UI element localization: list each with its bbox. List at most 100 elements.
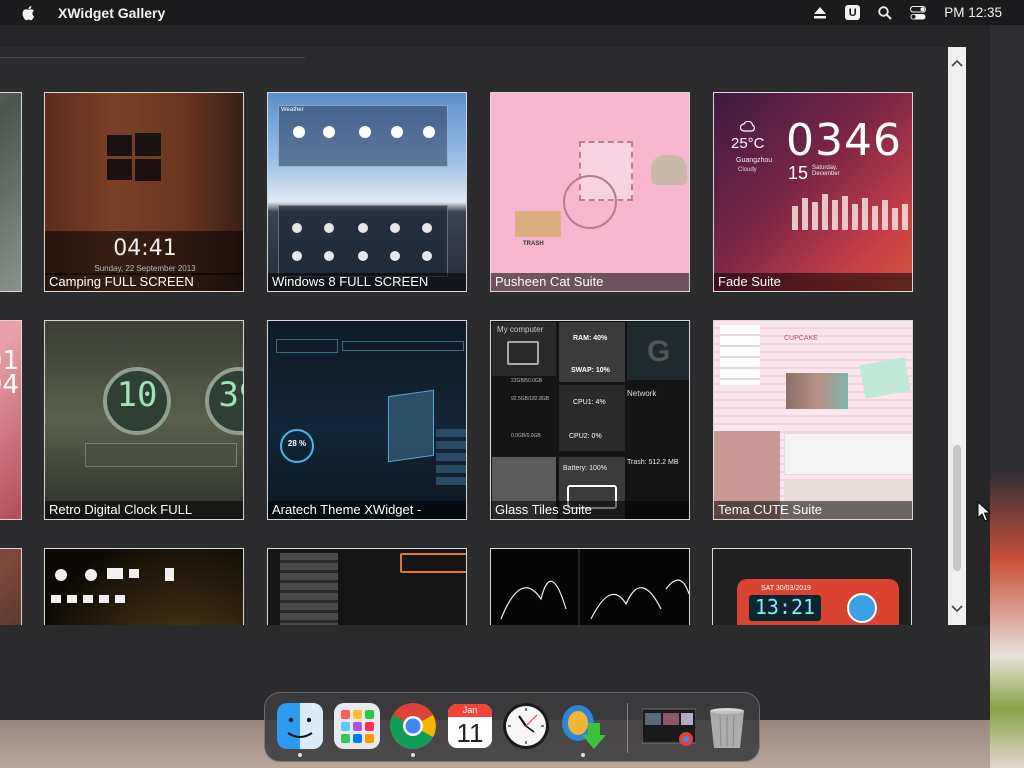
xwidget-gallery-window: 0104 04:41 Sunday, 22 September 2013 Cam… <box>0 25 990 720</box>
window-preview-icon <box>641 708 697 746</box>
xwidget-icon <box>562 705 606 749</box>
dock-separator <box>627 703 628 753</box>
trash-icon <box>710 708 744 748</box>
network-label: Network <box>627 389 657 398</box>
gallery-tile-partial[interactable] <box>0 548 22 625</box>
desktop-wallpaper-peek <box>990 25 1024 768</box>
tile-date: Sunday, 22 September 2013 <box>94 264 196 273</box>
weather-widget-bottom <box>278 205 448 277</box>
postmark-graphic <box>563 175 617 229</box>
my-computer-label: My computer <box>497 325 544 334</box>
menubar-clock[interactable]: PM 12:35 <box>944 5 1002 20</box>
calendar-day: 11 <box>456 718 484 748</box>
day-label: Saturday, December <box>812 165 840 177</box>
launchpad-icon <box>334 703 380 749</box>
cute-label: CUPCAKE <box>784 335 818 342</box>
gallery-tile-retro-clock[interactable]: 10 39 Retro Digital Clock FULL <box>44 320 244 520</box>
u-menu-icon[interactable]: U <box>845 5 861 20</box>
dock-clock[interactable] <box>501 701 551 751</box>
calendar-month: Jan <box>462 705 478 715</box>
dock-calendar[interactable]: Jan 11 <box>445 701 495 751</box>
machine-panel <box>85 443 237 467</box>
gallery-tile-partial[interactable] <box>0 92 22 292</box>
disk2-label: 92.5GB/182.8GB <box>511 396 550 402</box>
scroll-up-chevron-icon[interactable] <box>950 57 964 71</box>
gallery-tile-fade-suite[interactable]: 25°C Guangzhou Cloudy 0346 15 Saturday, … <box>713 92 913 292</box>
gallery-tile-row3-4[interactable]: SAT 30/03/2019 13:21 <box>712 548 912 625</box>
cpu-panel <box>559 385 625 451</box>
box-graphic <box>515 211 561 237</box>
menu-bar: XWidget Gallery U PM 12:35 <box>0 0 1024 25</box>
battery-label: Battery: 100% <box>563 465 607 472</box>
water-splash <box>500 549 689 625</box>
running-indicator <box>298 753 302 757</box>
tile-caption: Glass Tiles Suite <box>491 501 689 519</box>
tile-caption: Camping FULL SCREEN <box>45 273 243 291</box>
cat-graphic <box>651 155 687 185</box>
dock: Jan 11 <box>264 692 760 762</box>
clock-minutes: 39 <box>218 375 243 415</box>
glass-panel <box>388 389 434 463</box>
eject-icon[interactable] <box>813 6 827 19</box>
gallery-tile-row3-2[interactable] <box>267 548 467 625</box>
sticky-note <box>859 357 911 399</box>
disk3-label: 0.0GB/0.0GB <box>511 433 541 439</box>
control-center-icon[interactable] <box>910 5 927 20</box>
vertical-scrollbar[interactable] <box>948 47 966 625</box>
scroll-thumb[interactable] <box>953 445 961 571</box>
disk1-label: 22GB/50.0GB <box>511 378 543 384</box>
top-bar <box>276 339 338 353</box>
notes-list <box>720 325 760 385</box>
scroll-down-chevron-icon[interactable] <box>950 601 964 615</box>
gallery-tile-aratech[interactable]: 28 % Aratech Theme XWidget - <box>267 320 467 520</box>
search-icon[interactable] <box>878 5 892 20</box>
dock-window-preview[interactable] <box>641 701 697 751</box>
clock-hours: 10 <box>116 375 158 415</box>
widget-date: SAT 30/03/2019 <box>761 585 811 592</box>
gallery-tile-camping[interactable]: 04:41 Sunday, 22 September 2013 Camping … <box>44 92 244 292</box>
weather-widget-top: Weather <box>278 105 448 167</box>
swap-label: SWAP: 10% <box>571 367 610 374</box>
gallery-tile-glass-tiles[interactable]: My computer RAM: 40% SWAP: 10% G 22GB/50… <box>490 320 690 520</box>
app-name-menu[interactable]: XWidget Gallery <box>58 5 165 21</box>
photo-strip <box>786 373 848 409</box>
tile-caption: Tema CUTE Suite <box>714 501 912 519</box>
hud-percent: 28 % <box>287 439 307 448</box>
chrome-icon <box>390 703 436 749</box>
running-indicator <box>581 753 585 757</box>
city: Guangzhou <box>736 157 773 164</box>
gallery-grid: 0104 04:41 Sunday, 22 September 2013 Cam… <box>0 47 966 625</box>
big-clock: 0346 <box>786 115 902 166</box>
tile-caption: Aratech Theme XWidget - <box>268 501 466 519</box>
tile-clock: 04:41 <box>113 236 177 261</box>
window-panel-2 <box>784 433 912 475</box>
gallery-tile-row3-1[interactable] <box>44 548 244 625</box>
day-number: 15 <box>788 163 809 183</box>
gallery-tile-windows8[interactable]: Weather Windows 8 FULL SCREEN <box>267 92 467 292</box>
gallery-tile-partial[interactable]: 0104 <box>0 320 22 520</box>
weather-bubble <box>847 593 877 623</box>
clock-icon <box>503 703 549 749</box>
gallery-tile-row3-3[interactable] <box>490 548 690 625</box>
g-logo: G <box>647 335 671 368</box>
mouse-pointer-icon <box>977 501 991 522</box>
condition: Cloudy <box>738 167 757 173</box>
trash-label: TRASH <box>523 241 544 247</box>
tile-caption: Retro Digital Clock FULL <box>45 501 243 519</box>
dock-trash[interactable] <box>702 701 752 751</box>
widget-time: 13:21 <box>754 595 816 619</box>
dock-finder[interactable] <box>275 701 325 757</box>
dock-chrome[interactable] <box>388 701 438 757</box>
neon-frame <box>400 553 466 573</box>
dock-xwidget[interactable] <box>558 701 608 757</box>
dock-launchpad[interactable] <box>332 701 382 751</box>
apple-icon[interactable] <box>22 5 38 21</box>
equalizer-bars <box>792 194 908 230</box>
gallery-tile-pusheen[interactable]: TRASH Pusheen Cat Suite <box>490 92 690 292</box>
gallery-tile-tema-cute[interactable]: CUPCAKE Tema CUTE Suite <box>713 320 913 520</box>
tile-caption: Windows 8 FULL SCREEN <box>268 273 466 291</box>
tile-caption: Fade Suite <box>714 273 912 291</box>
windows-logo <box>107 133 161 181</box>
cpu2-label: CPU2: 0% <box>569 433 602 440</box>
icon-row <box>51 568 174 603</box>
